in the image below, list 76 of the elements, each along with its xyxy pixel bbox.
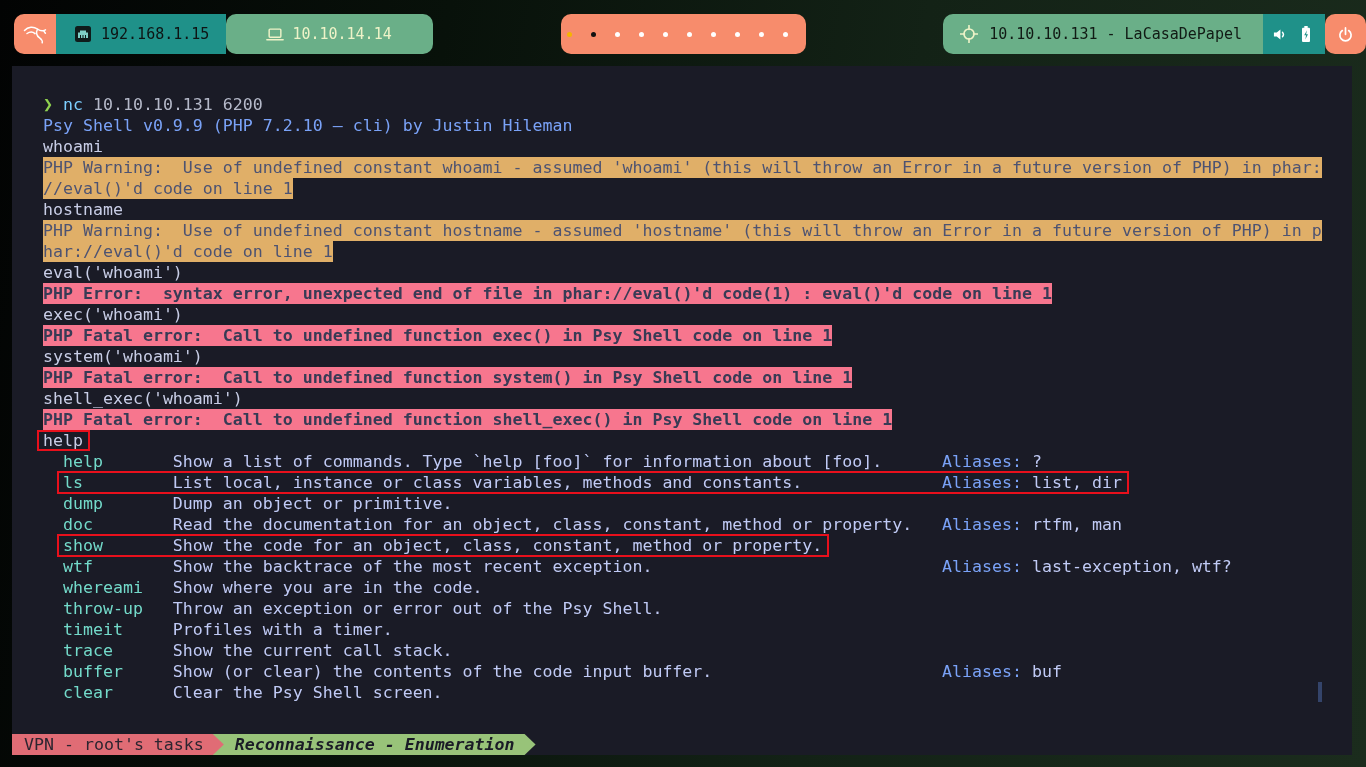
scrollbar-thumb[interactable]	[1318, 682, 1322, 702]
app-menu-button[interactable]	[14, 14, 56, 54]
error-message: PHP Fatal error: Call to undefined function shell_exec() in Psy Shell code on line 1	[43, 409, 893, 430]
error-message: PHP Error: syntax error, unexpected end of file in phar://eval()'d code(1) : eval()'d code on line 1	[43, 283, 1053, 304]
command-arguments: 10.10.10.131 6200	[92, 94, 263, 115]
command-name: show	[62, 536, 104, 555]
aliases-value: list, dir	[1032, 473, 1122, 492]
warning-message: PHP Warning: Use of undefined constant whoami - assumed 'whoami' (this will throw an Error in a future version of PHP) in phar://eval()'d code on line 1	[43, 157, 1323, 199]
command-name: dump	[62, 493, 104, 514]
command-description: List local, instance or class variables, methods and constants.	[172, 473, 804, 492]
typed-command: exec('whoami')	[43, 305, 183, 324]
command-description: Show a list of commands. Type `help [foo]` for information about [foo].	[172, 451, 884, 472]
warning-message: PHP Warning: Use of undefined constant hostname - assumed 'hostname' (this will throw an Error in a future version of PHP) in phar://eval()'d code on line 1	[43, 220, 1323, 262]
command-description: Read the documentation for an object, class, constant, method or property.	[172, 514, 914, 535]
command-description: Clear the Psy Shell screen.	[172, 682, 443, 703]
workspace-dot-icon[interactable]	[782, 31, 788, 37]
command-description: Throw an exception or error out of the Psy Shell.	[172, 598, 663, 619]
shell-command: nc	[63, 94, 83, 115]
aliases-label: Aliases:	[942, 556, 1023, 577]
error-message: PHP Fatal error: Call to undefined function system() in Psy Shell code on line 1	[43, 367, 853, 388]
workspace-dot-icon[interactable]	[590, 31, 596, 37]
aliases-label: Aliases:	[942, 451, 1023, 472]
dragon-icon	[23, 24, 47, 44]
command-description: Dump an object or primitive.	[172, 493, 453, 514]
workspace-dot-icon[interactable]	[686, 31, 692, 37]
aliases-value: rtfm, man	[1032, 514, 1122, 535]
speaker-icon[interactable]	[1273, 27, 1286, 41]
command-name: trace	[62, 640, 114, 661]
command-name: buffer	[62, 661, 124, 682]
session-name: VPN - root's tasks	[12, 734, 224, 755]
command-name: whereami	[62, 577, 144, 598]
aliases-value: ?	[1032, 451, 1043, 472]
ethernet-port-icon	[75, 26, 91, 42]
window-tab[interactable]: Reconnaissance - Enumeration	[212, 734, 536, 755]
workspace-dot-icon[interactable]	[614, 31, 620, 37]
typed-command: eval('whoami')	[43, 263, 183, 282]
greeting-text: Psy Shell v0.9.9 (PHP 7.2.10 — cli) by Justin Hileman	[43, 116, 573, 135]
workspace-dot-icon[interactable]	[758, 31, 764, 37]
aliases-value: buf	[1032, 661, 1062, 682]
command-name: wtf	[62, 556, 94, 577]
command-description: Show (or clear) the contents of the code input buffer.	[172, 661, 714, 682]
workspace-dot-icon[interactable]	[734, 31, 740, 37]
typed-command: hostname	[43, 200, 123, 219]
error-message: PHP Fatal error: Call to undefined function exec() in Psy Shell code on line 1	[43, 325, 833, 346]
aliases-label: Aliases:	[942, 473, 1023, 492]
typed-command: system('whoami')	[43, 347, 203, 366]
aliases-label: Aliases:	[942, 514, 1023, 535]
crosshair-icon	[960, 25, 979, 43]
command-description: Show the current call stack.	[172, 640, 453, 661]
command-name: clear	[62, 682, 114, 703]
command-name: doc	[62, 514, 94, 535]
command-description: Profiles with a timer.	[172, 619, 393, 640]
battery-charging-icon	[1301, 26, 1311, 42]
ethernet-ip-address: 192.168.1.15	[101, 25, 210, 43]
workspace-dot-icon[interactable]	[638, 31, 644, 37]
workspace-dot-icon[interactable]	[710, 31, 716, 37]
vpn-ip-address: 10.10.14.14	[292, 25, 392, 43]
command-name: timeit	[62, 619, 124, 640]
prompt-symbol: ❯	[43, 94, 53, 115]
aliases-value: last-exception, wtf?	[1032, 556, 1232, 577]
command-name: help	[62, 451, 104, 472]
workspace-dot-icon[interactable]	[662, 31, 668, 37]
target-host: 10.10.10.131 - LaCasaDePapel	[989, 25, 1242, 43]
command-description: Show the code for an object, class, constant, method or property.	[172, 536, 823, 555]
aliases-label: Aliases:	[942, 661, 1023, 682]
power-button[interactable]	[1325, 14, 1366, 54]
command-name: throw-up	[62, 598, 144, 619]
typed-command: shell_exec('whoami')	[43, 389, 243, 408]
command-name: ls	[62, 473, 84, 492]
workspace-dot-icon[interactable]	[566, 31, 572, 37]
typed-command: whoami	[43, 137, 103, 156]
typed-command: help	[37, 430, 90, 451]
power-icon	[1338, 26, 1353, 42]
laptop-icon	[266, 27, 285, 41]
command-description: Show where you are in the code.	[172, 577, 483, 598]
command-description: Show the backtrace of the most recent exception.	[172, 556, 654, 577]
